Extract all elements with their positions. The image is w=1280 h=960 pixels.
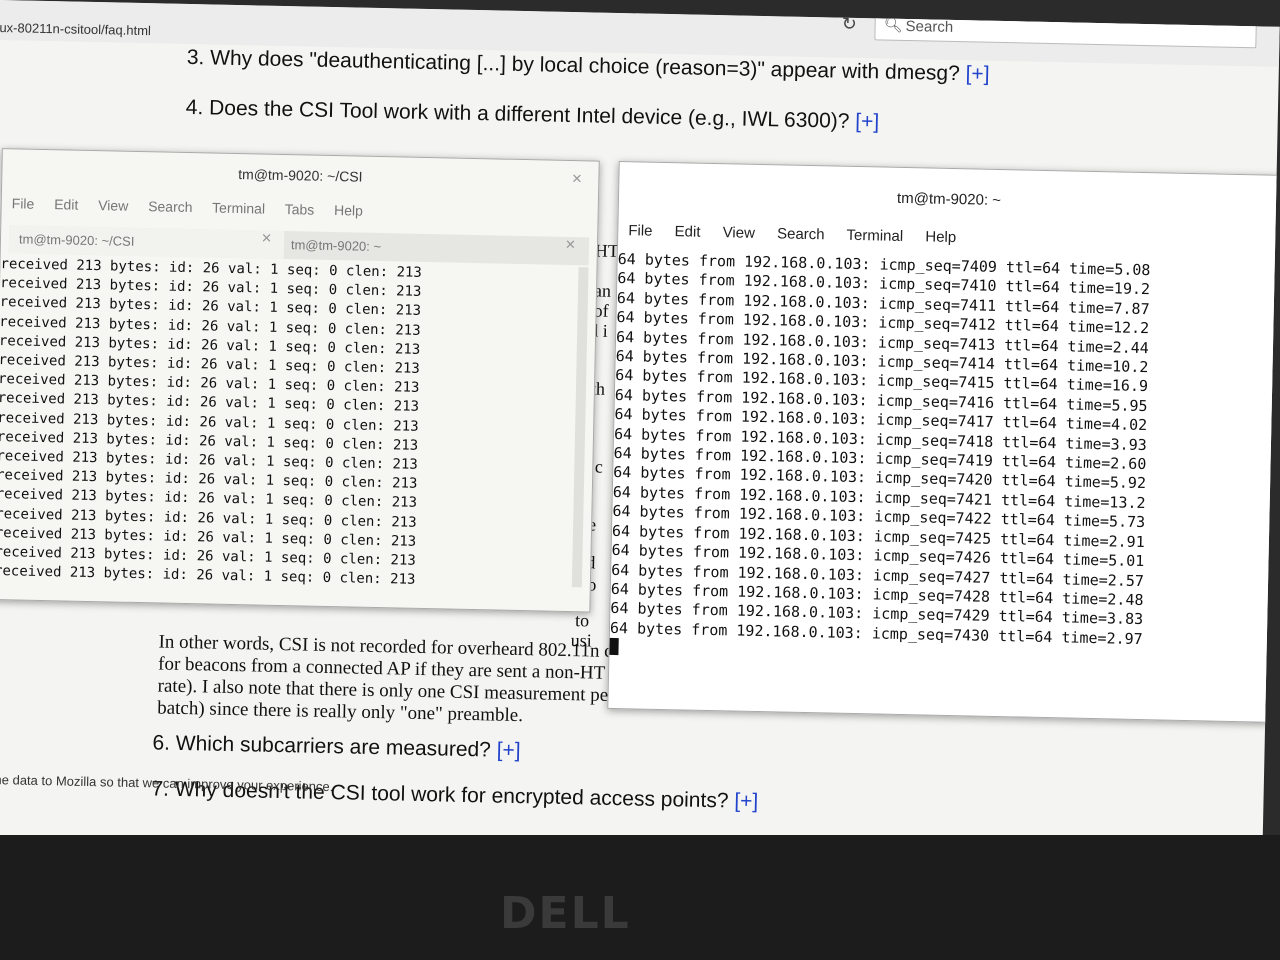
search-input[interactable]: 🔍︎ Search bbox=[874, 12, 1257, 49]
menu-view[interactable]: View bbox=[98, 197, 128, 214]
terminal-window-csi[interactable]: tm@tm-9020: ~/CSI ✕ File Edit View Searc… bbox=[0, 148, 600, 613]
tab-label: tm@tm-9020: ~ bbox=[290, 237, 382, 255]
menu-bar: File Edit View Search Terminal Help bbox=[628, 222, 974, 246]
menu-tabs[interactable]: Tabs bbox=[285, 201, 315, 218]
tab-close-icon[interactable]: ✕ bbox=[261, 231, 272, 247]
menu-bar: File Edit View Search Terminal Tabs Help bbox=[12, 195, 380, 219]
tab-label: tm@tm-9020: ~/CSI bbox=[18, 231, 135, 249]
menu-terminal[interactable]: Terminal bbox=[212, 199, 265, 216]
expand-link[interactable]: [+] bbox=[496, 739, 520, 762]
menu-help[interactable]: Help bbox=[925, 228, 956, 246]
monitor-bezel bbox=[0, 835, 1280, 960]
faq-question-4: 4. Does the CSI Tool work with a differe… bbox=[186, 96, 880, 135]
terminal-cursor bbox=[609, 638, 619, 656]
terminal-window-ping[interactable]: tm@tm-9020: ~ File Edit View Search Term… bbox=[607, 160, 1280, 723]
window-title: tm@tm-9020: ~/CSI bbox=[238, 166, 363, 185]
menu-edit[interactable]: Edit bbox=[674, 223, 700, 241]
tab-close-icon[interactable]: ✕ bbox=[565, 237, 576, 253]
menu-view[interactable]: View bbox=[722, 224, 755, 242]
url-bar[interactable]: ux-80211n-csitool/faq.html bbox=[0, 20, 151, 38]
behind-text-fragment: HT bbox=[594, 240, 620, 262]
dell-logo: DELL bbox=[500, 888, 631, 939]
search-icon: 🔍︎ bbox=[883, 16, 903, 34]
expand-link[interactable]: [+] bbox=[965, 62, 989, 85]
window-title: tm@tm-9020: ~ bbox=[896, 189, 1002, 210]
behind-text-fragment: usi bbox=[570, 630, 592, 651]
menu-file[interactable]: File bbox=[12, 195, 35, 211]
menu-search[interactable]: Search bbox=[148, 198, 193, 215]
tab-home[interactable]: tm@tm-9020: ~ bbox=[281, 231, 582, 265]
scrollbar[interactable] bbox=[571, 267, 589, 588]
behind-text-fragment: to bbox=[574, 610, 590, 631]
expand-link[interactable]: [+] bbox=[734, 790, 758, 813]
terminal-output[interactable]: received 213 bytes: id: 26 val: 1 seq: 0… bbox=[0, 255, 422, 590]
terminal-output[interactable]: 64 bytes from 192.168.0.103: icmp_seq=74… bbox=[609, 250, 1151, 666]
menu-terminal[interactable]: Terminal bbox=[846, 227, 903, 245]
search-placeholder: Search bbox=[905, 17, 954, 36]
faq-question-6-text: 6. Which subcarriers are measured? bbox=[152, 731, 492, 762]
menu-search[interactable]: Search bbox=[777, 225, 825, 243]
close-icon[interactable]: ✕ bbox=[571, 171, 582, 187]
monitor-screen: ux-80211n-csitool/faq.html ↻ 🔍︎ Search 3… bbox=[0, 0, 1280, 917]
menu-edit[interactable]: Edit bbox=[54, 196, 78, 213]
menu-file[interactable]: File bbox=[628, 222, 653, 240]
expand-link[interactable]: [+] bbox=[855, 110, 879, 133]
faq-question-6: 6. Which subcarriers are measured? [+] bbox=[152, 731, 521, 763]
menu-help[interactable]: Help bbox=[334, 202, 363, 219]
faq-question-4-text: 4. Does the CSI Tool work with a differe… bbox=[185, 95, 850, 133]
reload-icon[interactable]: ↻ bbox=[841, 14, 857, 35]
tab-csi[interactable]: tm@tm-9020: ~/CSI bbox=[8, 225, 285, 259]
